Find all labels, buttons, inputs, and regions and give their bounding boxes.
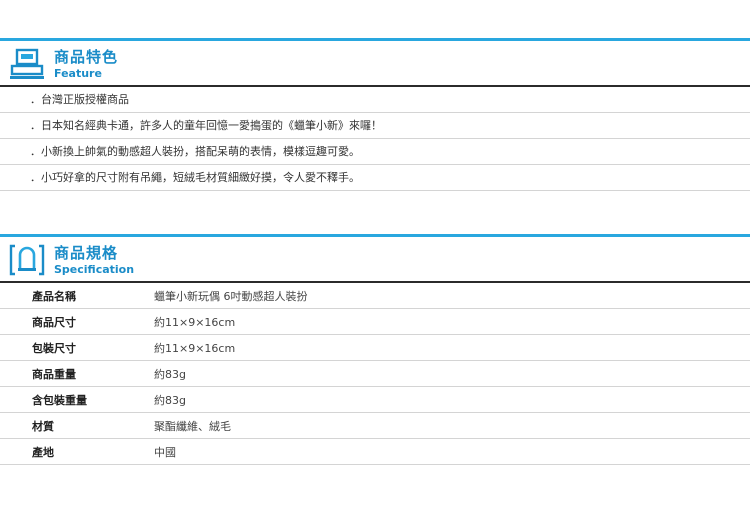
feature-item: ．台灣正版授權商品 xyxy=(0,87,750,113)
spec-table: 產品名稱 蠟筆小新玩偶 6吋動感超人裝扮 商品尺寸 約11×9×16cm 包裝尺… xyxy=(0,283,750,465)
specification-section: 商品規格 Specification 產品名稱 蠟筆小新玩偶 6吋動感超人裝扮 … xyxy=(0,234,750,465)
feature-subtitle: Feature xyxy=(54,67,102,80)
spec-row: 產品名稱 蠟筆小新玩偶 6吋動感超人裝扮 xyxy=(0,283,750,309)
spec-value: 蠟筆小新玩偶 6吋動感超人裝扮 xyxy=(154,283,750,309)
spec-header: 商品規格 Specification xyxy=(0,237,750,281)
spec-label: 商品重量 xyxy=(0,360,154,387)
spec-title: 商品規格 xyxy=(54,244,119,262)
spec-row: 商品尺寸 約11×9×16cm xyxy=(0,308,750,335)
spec-label: 包裝尺寸 xyxy=(0,334,154,361)
spec-value: 約83g xyxy=(154,360,750,387)
spec-value: 約11×9×16cm xyxy=(154,334,750,361)
spec-row: 包裝尺寸 約11×9×16cm xyxy=(0,334,750,361)
spec-row: 產地 中國 xyxy=(0,438,750,465)
feature-title: 商品特色 xyxy=(54,48,119,66)
spec-value: 中國 xyxy=(154,438,750,465)
feature-item: ．小新換上帥氣的動感超人裝扮，搭配呆萌的表情，模樣逗趣可愛。 xyxy=(0,139,750,165)
spec-subtitle: Specification xyxy=(54,263,135,276)
spec-label: 產品名稱 xyxy=(0,283,154,309)
register-icon xyxy=(10,48,44,79)
feature-header: 商品特色 Feature xyxy=(0,41,750,85)
spec-row: 含包裝重量 約83g xyxy=(0,386,750,413)
feature-list: ．台灣正版授權商品 ．日本知名經典卡通，許多人的童年回憶一愛搗蛋的《蠟筆小新》來… xyxy=(0,87,750,191)
spec-label: 含包裝重量 xyxy=(0,386,154,413)
specification-icon xyxy=(9,244,45,276)
feature-item: ．日本知名經典卡通，許多人的童年回憶一愛搗蛋的《蠟筆小新》來囉！ xyxy=(0,113,750,139)
spec-value: 聚酯纖維、絨毛 xyxy=(154,412,750,439)
spec-row: 商品重量 約83g xyxy=(0,360,750,387)
feature-item: ．小巧好拿的尺寸附有吊繩，短絨毛材質細緻好摸，令人愛不釋手。 xyxy=(0,165,750,191)
spec-label: 材質 xyxy=(0,412,154,439)
spec-value: 約83g xyxy=(154,386,750,413)
spec-label: 商品尺寸 xyxy=(0,308,154,335)
spec-value: 約11×9×16cm xyxy=(154,308,750,335)
spec-row: 材質 聚酯纖維、絨毛 xyxy=(0,412,750,439)
spec-label: 產地 xyxy=(0,438,154,465)
feature-section: 商品特色 Feature ．台灣正版授權商品 ．日本知名經典卡通，許多人的童年回… xyxy=(0,38,750,191)
